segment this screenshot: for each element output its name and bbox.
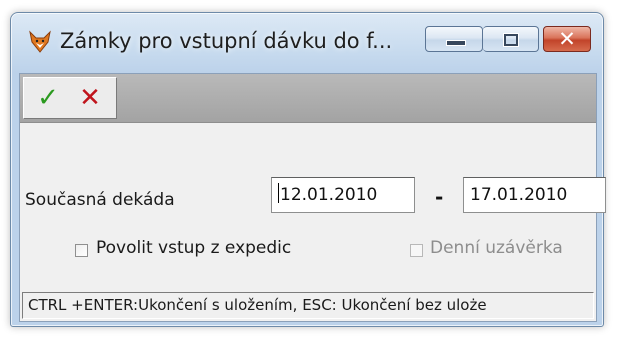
date-from-field[interactable]: 12.01.2010 — [271, 177, 415, 213]
dialog-window: Zámky pro vstupní dávku do f... ✕ ✓ ✕ So… — [10, 12, 606, 327]
date-to-field[interactable]: 17.01.2010 — [463, 177, 606, 213]
toolbar-button-group: ✓ ✕ — [23, 77, 117, 119]
cross-icon: ✕ — [79, 83, 101, 113]
fox-icon — [29, 30, 51, 53]
status-bar: CTRL +ENTER:Ukončení s uložením, ESC: Uk… — [22, 292, 594, 319]
minimize-button[interactable] — [425, 26, 483, 52]
text-cursor — [278, 183, 279, 203]
maximize-icon — [503, 33, 519, 47]
daily-close-label: Denní uzávěrka — [430, 238, 563, 258]
close-icon: ✕ — [558, 27, 576, 51]
cancel-button[interactable]: ✕ — [70, 80, 110, 116]
daily-close-checkbox — [410, 244, 423, 257]
allow-expedic-label[interactable]: Povolit vstup z expedic — [96, 238, 291, 258]
status-text: CTRL +ENTER:Ukončení s uložením, ESC: Uk… — [28, 296, 487, 314]
close-button[interactable]: ✕ — [543, 26, 591, 52]
minimize-icon — [446, 40, 466, 46]
date-range-separator: - — [435, 185, 444, 209]
maximize-button[interactable] — [483, 26, 539, 52]
date-to-value: 17.01.2010 — [470, 185, 568, 205]
checkmark-icon: ✓ — [37, 83, 59, 113]
toolbar: ✓ ✕ — [20, 74, 596, 123]
current-decade-label: Současná dekáda — [25, 190, 175, 210]
dialog-client-area: ✓ ✕ Současná dekáda 12.01.2010 - 17.01.2… — [19, 73, 606, 322]
title-bar[interactable]: Zámky pro vstupní dávku do f... ✕ — [11, 13, 603, 73]
allow-expedic-checkbox[interactable] — [75, 244, 88, 257]
date-from-value: 12.01.2010 — [280, 185, 378, 205]
window-title: Zámky pro vstupní dávku do f... — [60, 29, 393, 53]
ok-button[interactable]: ✓ — [28, 80, 68, 116]
